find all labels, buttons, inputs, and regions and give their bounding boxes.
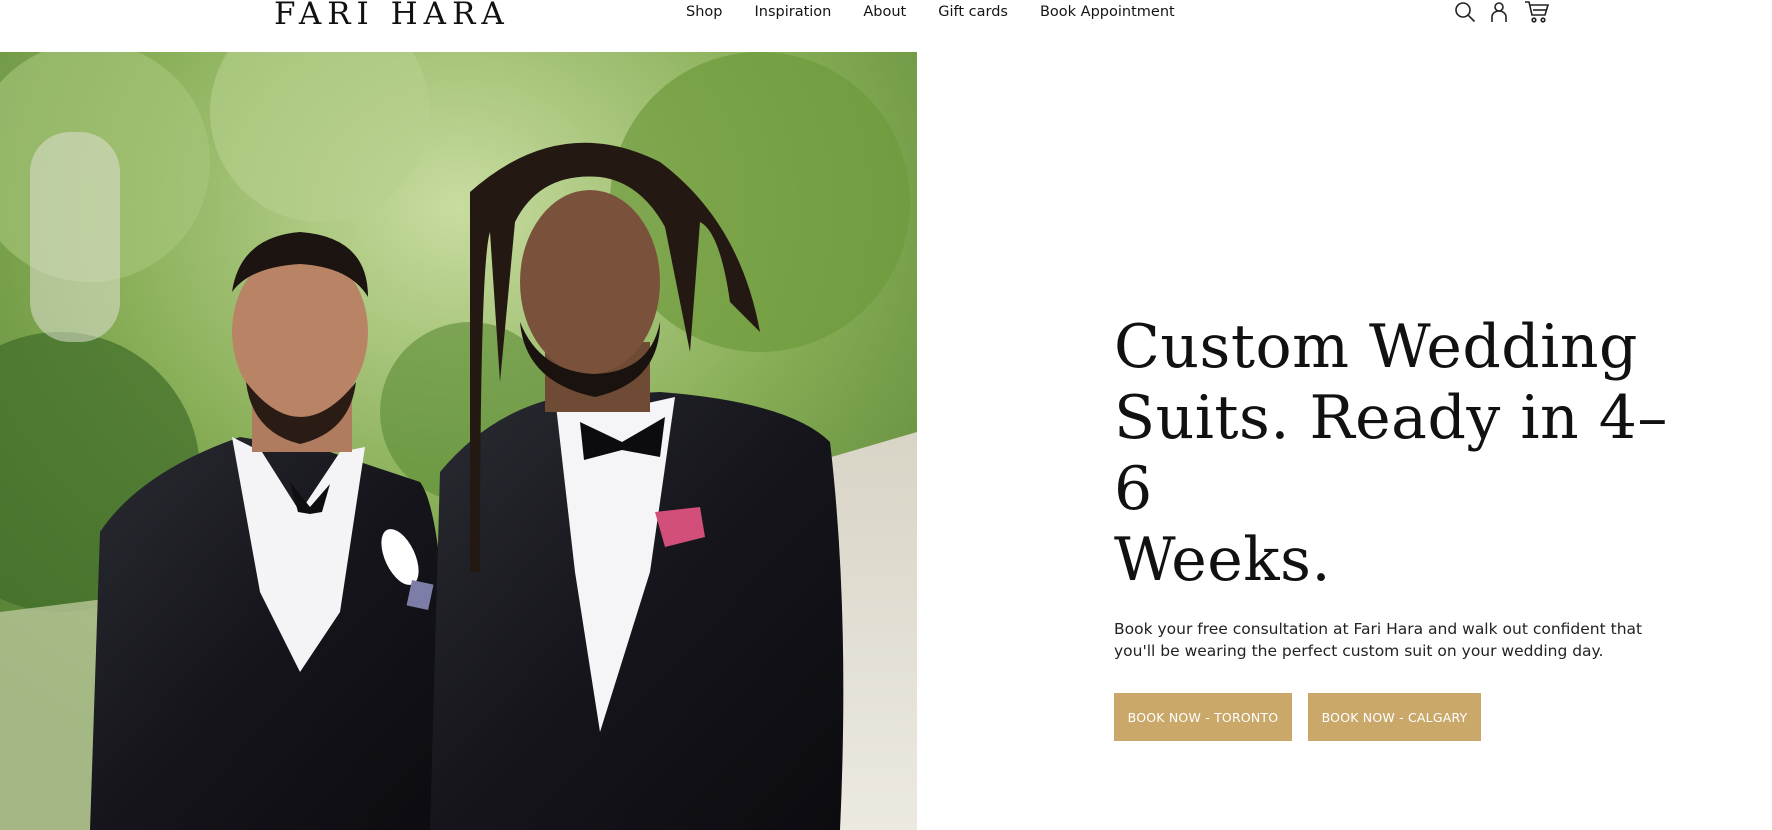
brand-logo[interactable]: FARI HARA — [274, 0, 510, 34]
account-icon[interactable] — [1488, 0, 1510, 24]
search-icon[interactable] — [1452, 0, 1478, 24]
header-icons — [1452, 0, 1550, 24]
cart-icon[interactable] — [1524, 0, 1550, 24]
hero-subtext: Book your free consultation at Fari Hara… — [1114, 620, 1643, 660]
book-now-calgary-button[interactable]: BOOK NOW - CALGARY — [1308, 693, 1481, 741]
nav-item-book-appointment[interactable]: Book Appointment — [1040, 2, 1175, 22]
book-now-toronto-button[interactable]: BOOK NOW - TORONTO — [1114, 693, 1292, 741]
nav-item-about[interactable]: About — [863, 2, 906, 22]
hero-headline-line-1: Custom Wedding — [1114, 312, 1638, 382]
nav-item-gift-cards[interactable]: Gift cards — [938, 2, 1008, 22]
page: FARI HARA Shop Inspiration About Gift ca… — [0, 0, 1772, 830]
hero-headline-line-3: Weeks. — [1114, 525, 1332, 595]
site-header: FARI HARA Shop Inspiration About Gift ca… — [0, 0, 1772, 52]
nav-item-shop[interactable]: Shop — [686, 2, 722, 22]
hero-buttons: BOOK NOW - TORONTO BOOK NOW - CALGARY — [1114, 693, 1674, 741]
hero-photo — [0, 52, 917, 830]
main-nav: Shop Inspiration About Gift cards Book A… — [686, 2, 1175, 22]
hero-text: Custom Wedding Suits. Ready in 4–6 Weeks… — [1114, 312, 1674, 741]
nav-item-inspiration[interactable]: Inspiration — [754, 2, 831, 22]
hero-headline-line-2: Suits. Ready in 4–6 — [1114, 383, 1668, 524]
hero-headline: Custom Wedding Suits. Ready in 4–6 Weeks… — [1114, 312, 1674, 596]
